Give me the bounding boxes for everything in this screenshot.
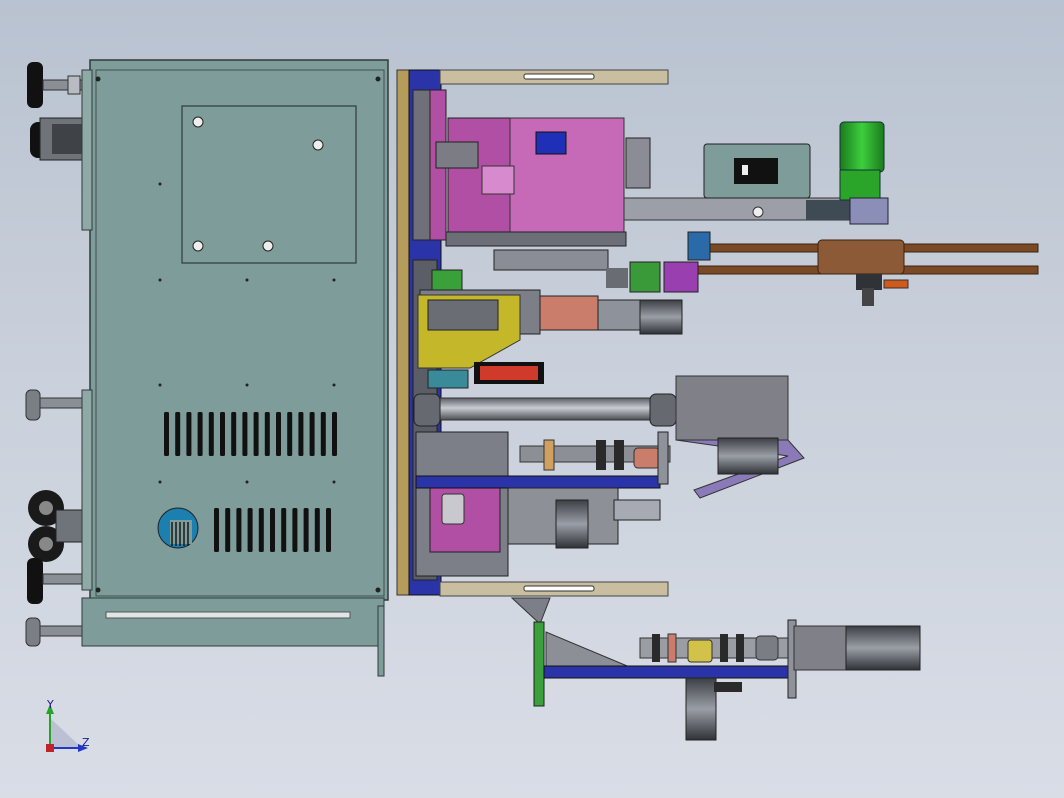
caster-wheel-top [30, 117, 85, 161]
vent-slot [186, 412, 192, 456]
vent-slot [242, 412, 248, 456]
vent-slot [292, 508, 298, 552]
vent-slot [220, 412, 225, 456]
conveyor-arm [623, 197, 855, 221]
vent-slot [298, 412, 304, 456]
cabinet-access-panel [181, 105, 357, 264]
top-guide-rail [439, 69, 669, 85]
vent-slot [247, 508, 253, 552]
y-axis-label: Y [46, 698, 54, 711]
main-shaft [413, 375, 789, 441]
vent-slot [276, 412, 281, 456]
cabinet-fan-opening [157, 507, 199, 549]
vent-slot [236, 508, 242, 552]
vent-slot [231, 412, 237, 456]
vent-slot [309, 412, 315, 456]
vent-slot [270, 508, 275, 552]
z-axis-label: Z [82, 736, 90, 749]
caster-wheel-bottom [28, 490, 85, 562]
vent-slot [197, 412, 203, 456]
cad-viewport: Y Z [25, 59, 1039, 752]
vent-slot [175, 412, 181, 456]
coordinate-triad: Y Z [46, 698, 90, 752]
upper-press-module [429, 89, 651, 247]
vent-slot [314, 508, 320, 552]
drive-belt [689, 239, 1039, 306]
bottom-guide-rail [439, 581, 669, 597]
vent-slot [164, 412, 169, 456]
leveling-foot-mid [25, 389, 83, 421]
leveling-foot-lower [27, 558, 84, 604]
vent-slot [225, 508, 231, 552]
switch-box [703, 143, 811, 199]
vent-slot [253, 412, 259, 456]
leveling-foot-bottom [25, 617, 83, 647]
vent-slot [281, 508, 287, 552]
vent-slot [264, 412, 270, 456]
servo-motor-mid [597, 299, 683, 335]
vent-slot [214, 508, 219, 552]
leveling-foot-top [27, 62, 84, 108]
vent-slot [258, 508, 264, 552]
vent-slot [326, 508, 331, 552]
angled-guard [675, 437, 805, 499]
bottom-feeder [510, 597, 921, 741]
vent-slot [208, 412, 214, 456]
vent-slot [303, 508, 309, 552]
yellow-bracket [417, 294, 521, 369]
vent-slot [320, 412, 326, 456]
vent-slot [287, 412, 293, 456]
vent-slot [332, 412, 337, 456]
